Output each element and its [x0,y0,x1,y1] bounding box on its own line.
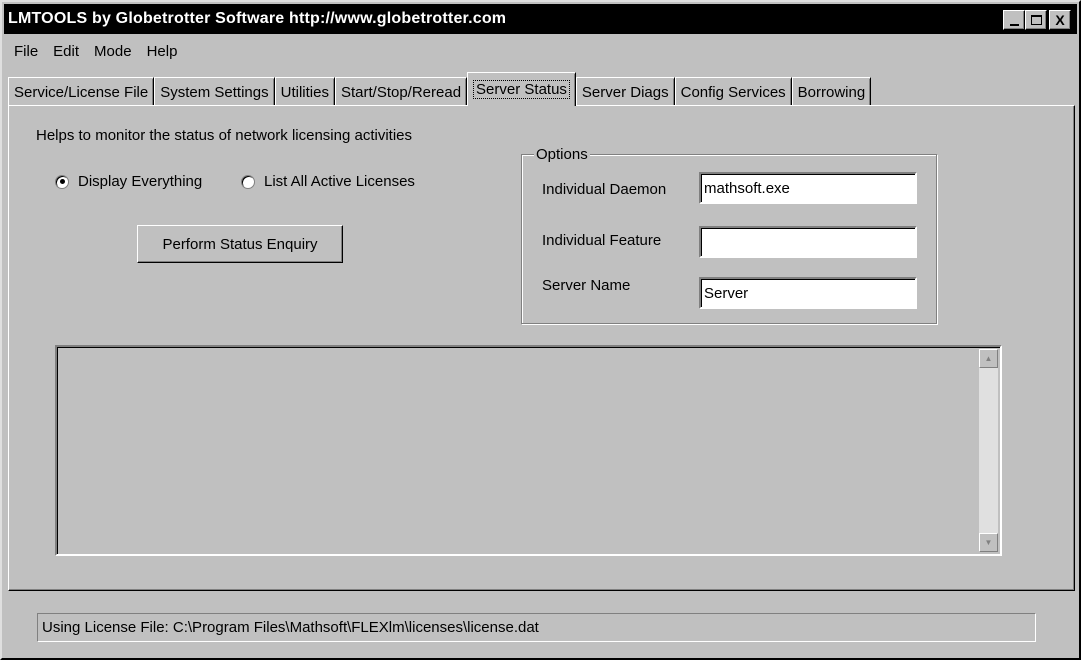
tab-label: Utilities [280,83,329,101]
tab-server-status[interactable]: Server Status [467,72,576,106]
menu-file[interactable]: File [4,43,45,60]
individual-feature-label: Individual Feature [542,232,662,249]
tab-label: System Settings [160,83,269,101]
individual-daemon-input[interactable] [699,172,917,204]
minimize-button[interactable] [1003,10,1025,30]
tab-system-settings[interactable]: System Settings [154,77,275,106]
radio-selected-icon [55,174,69,189]
menu-help[interactable]: Help [139,43,185,60]
window-title: LMTOOLS by Globetrotter Software http://… [8,10,507,27]
individual-daemon-label: Individual Daemon [542,181,667,198]
list-active-licenses-radio[interactable]: List All Active Licenses [241,173,415,190]
tab-label: Config Services [680,83,786,101]
tab-server-diags[interactable]: Server Diags [575,77,675,106]
tab-borrowing[interactable]: Borrowing [791,77,872,106]
lmtools-window: LMTOOLS by Globetrotter Software http://… [0,0,1081,660]
perform-status-enquiry-button[interactable]: Perform Status Enquiry [137,225,343,263]
individual-feature-input[interactable] [699,226,917,258]
tab-label: Server Diags [581,83,669,101]
list-active-licenses-label: List All Active Licenses [264,173,415,190]
status-bar: Using License File: C:\Program Files\Mat… [37,613,1036,642]
close-button[interactable]: X [1049,10,1071,30]
tab-utilities[interactable]: Utilities [274,77,335,106]
title-bar: LMTOOLS by Globetrotter Software http://… [4,4,1077,34]
scroll-down-arrow-icon[interactable]: ▼ [979,533,998,552]
options-group-title: Options [534,146,590,163]
server-name-label: Server Name [542,277,631,294]
tab-strip: Service/License File System Settings Uti… [8,72,872,106]
menu-bar: File Edit Mode Help [4,38,184,64]
status-output-area[interactable]: ▲ ▼ [55,345,1002,556]
minimize-icon [1009,23,1019,26]
radio-unselected-icon [241,174,255,189]
tab-label: Borrowing [797,83,866,101]
tab-start-stop-reread[interactable]: Start/Stop/Reread [334,77,468,106]
maximize-icon [1030,15,1042,25]
tab-label: Server Status [473,80,570,99]
maximize-button[interactable] [1025,10,1047,30]
menu-edit[interactable]: Edit [45,43,86,60]
tab-label: Start/Stop/Reread [340,83,462,101]
server-name-input[interactable] [699,277,917,309]
window-controls: X [1003,10,1071,30]
tab-service-license-file[interactable]: Service/License File [8,77,155,106]
close-icon: X [1055,12,1065,28]
output-scrollbar[interactable]: ▲ ▼ [979,349,998,552]
license-file-status: Using License File: C:\Program Files\Mat… [42,619,539,636]
menu-mode[interactable]: Mode [86,43,139,60]
display-everything-label: Display Everything [78,173,203,190]
tab-label: Service/License File [14,83,149,101]
scroll-up-arrow-icon[interactable]: ▲ [979,349,998,368]
help-text: Helps to monitor the status of network l… [36,127,413,144]
display-everything-radio[interactable]: Display Everything [55,173,202,190]
tab-config-services[interactable]: Config Services [674,77,792,106]
